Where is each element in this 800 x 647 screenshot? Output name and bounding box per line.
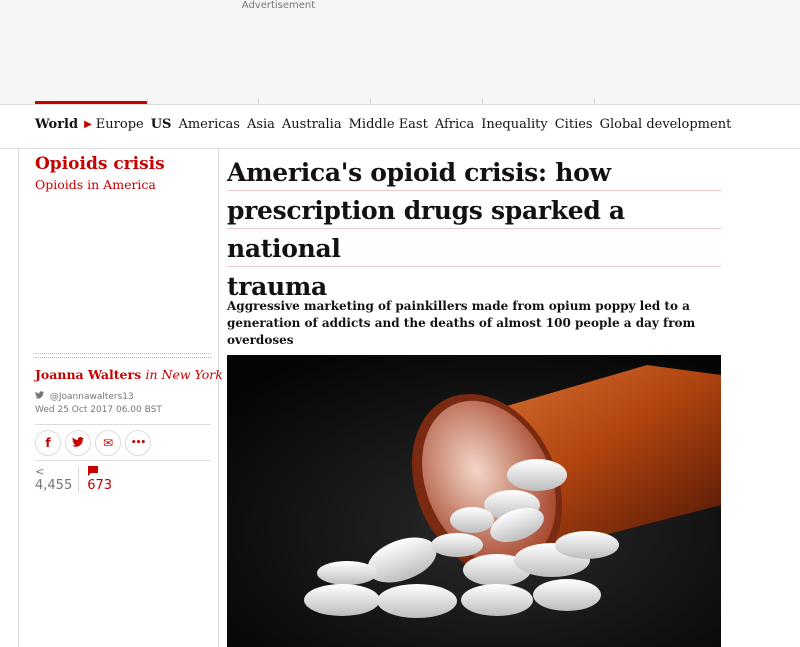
article-main-image [227, 355, 721, 647]
nav-item-middle-east[interactable]: Middle East [349, 117, 428, 132]
twitter-share-button[interactable] [65, 430, 91, 456]
series-title[interactable]: Opioids crisis [35, 154, 165, 174]
share-count: < 4,455 [35, 465, 80, 493]
engagement-counts: < 4,455 673 [35, 466, 126, 493]
content-column-rule [218, 149, 219, 647]
nav-section-world[interactable]: World [35, 117, 78, 132]
share-count-value: 4,455 [35, 478, 73, 493]
facebook-icon: f [45, 436, 51, 450]
nav-item-europe[interactable]: Europe [96, 117, 144, 132]
meta-rule [35, 424, 211, 425]
headline-line: trauma [227, 272, 327, 301]
author-location: in New York [145, 367, 223, 382]
left-column-rule [18, 149, 19, 647]
author-name[interactable]: Joanna Walters [35, 367, 141, 382]
more-icon: ••• [130, 438, 146, 448]
twitter-handle[interactable]: @Joannawalters13 [35, 391, 134, 402]
email-share-button[interactable]: ✉ [95, 430, 121, 456]
nav-item-africa[interactable]: Africa [435, 117, 474, 132]
email-icon: ✉ [102, 436, 114, 450]
publish-date: Wed 25 Oct 2017 06.00 BST [35, 405, 162, 415]
article-standfirst: Aggressive marketing of painkillers made… [227, 298, 721, 349]
series-subtitle[interactable]: Opioids in America [35, 177, 156, 192]
nav-item-inequality[interactable]: Inequality [481, 117, 548, 132]
twitter-handle-text[interactable]: @Joannawalters13 [50, 392, 134, 402]
share-buttons: f ✉ ••• [35, 430, 155, 456]
nav-pillar-divider [594, 98, 595, 106]
headline-line: America's opioid crisis: how [227, 158, 611, 187]
comment-count[interactable]: 673 [87, 466, 118, 493]
nav-bottom-rule [0, 148, 800, 149]
nav-pillar-divider [482, 98, 483, 106]
nav-item-australia[interactable]: Australia [282, 117, 342, 132]
comment-icon [87, 466, 112, 478]
nav-arrow-icon: ▶ [84, 118, 92, 130]
meta-top-rule [35, 353, 211, 358]
nav-item-asia[interactable]: Asia [247, 117, 275, 132]
more-share-button[interactable]: ••• [125, 430, 151, 456]
section-navigation: World ▶ Europe US Americas Asia Australi… [35, 114, 738, 134]
nav-pillar-divider [258, 98, 259, 106]
standfirst-line: overdoses [227, 333, 294, 347]
article-headline: America's opioid crisis: how prescriptio… [227, 154, 721, 306]
comment-count-value[interactable]: 673 [87, 478, 112, 493]
meta-rule [35, 460, 211, 461]
advertisement-label: Advertisement [241, 0, 316, 11]
standfirst-line: Aggressive marketing of painkillers made… [227, 299, 690, 313]
nav-item-us[interactable]: US [151, 117, 172, 132]
byline: Joanna Walters in New York [35, 367, 223, 382]
nav-item-global-development[interactable]: Global development [600, 117, 732, 132]
nav-top-rule [0, 104, 800, 105]
advertisement-area: Advertisement [0, 0, 800, 104]
nav-item-cities[interactable]: Cities [555, 117, 593, 132]
nav-pillar-divider [147, 98, 148, 106]
headline-rule [227, 228, 721, 229]
twitter-icon [35, 391, 47, 402]
share-icon: < [35, 465, 45, 478]
nav-pillar-divider [370, 98, 371, 106]
twitter-icon [72, 436, 84, 450]
standfirst-line: generation of addicts and the deaths of … [227, 316, 696, 330]
facebook-share-button[interactable]: f [35, 430, 61, 456]
nav-item-americas[interactable]: Americas [178, 117, 239, 132]
headline-line: prescription drugs sparked a national [227, 196, 625, 263]
headline-rule [227, 190, 721, 191]
headline-rule [227, 266, 721, 267]
